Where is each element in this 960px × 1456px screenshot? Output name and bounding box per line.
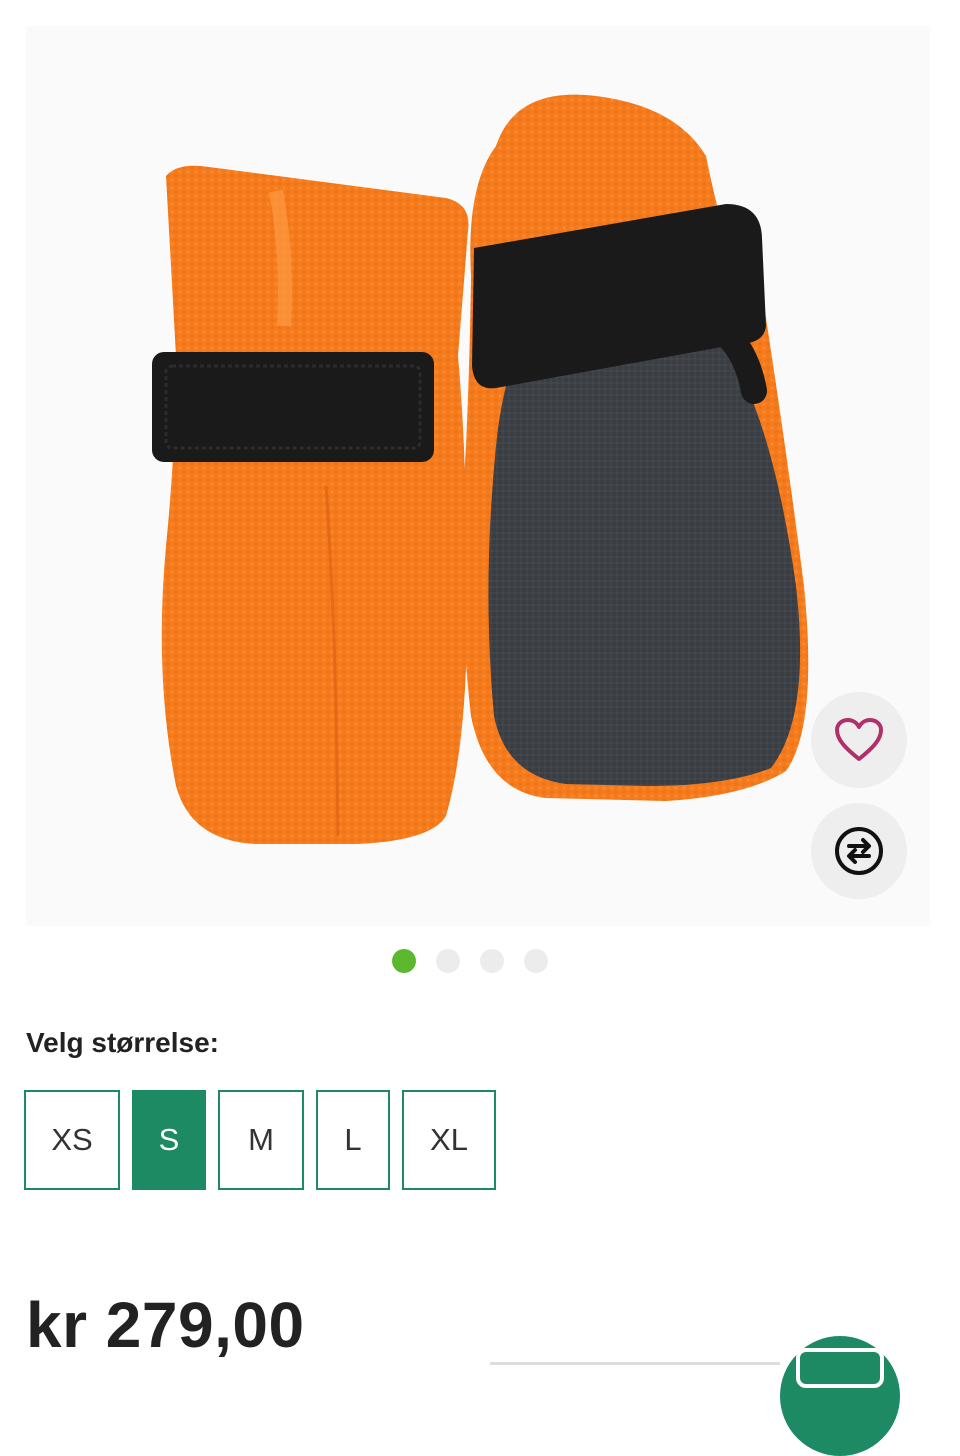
compare-button[interactable] (811, 803, 907, 899)
size-option-s[interactable]: S (132, 1090, 206, 1190)
size-selector-label: Velg størrelse: (26, 1027, 219, 1058)
pagination-dot[interactable] (480, 949, 504, 973)
size-option-xl[interactable]: XL (402, 1090, 496, 1190)
dog-boots-illustration (152, 94, 809, 844)
product-price: kr 279,00 (26, 1289, 305, 1361)
size-option-m[interactable]: M (218, 1090, 304, 1190)
add-to-cart-button[interactable] (780, 1336, 900, 1456)
size-option-l[interactable]: L (316, 1090, 390, 1190)
right-boot (462, 94, 809, 802)
pagination-dot[interactable] (436, 949, 460, 973)
cart-icon (796, 1348, 884, 1388)
left-boot (152, 165, 469, 844)
image-pagination (392, 949, 548, 973)
heart-icon (835, 718, 883, 761)
compare-arrows-icon (835, 827, 883, 875)
pagination-dot[interactable] (392, 949, 416, 973)
pagination-dot[interactable] (524, 949, 548, 973)
favorite-button[interactable] (811, 692, 907, 788)
product-image[interactable] (26, 26, 930, 926)
size-option-xs[interactable]: XS (24, 1090, 120, 1190)
